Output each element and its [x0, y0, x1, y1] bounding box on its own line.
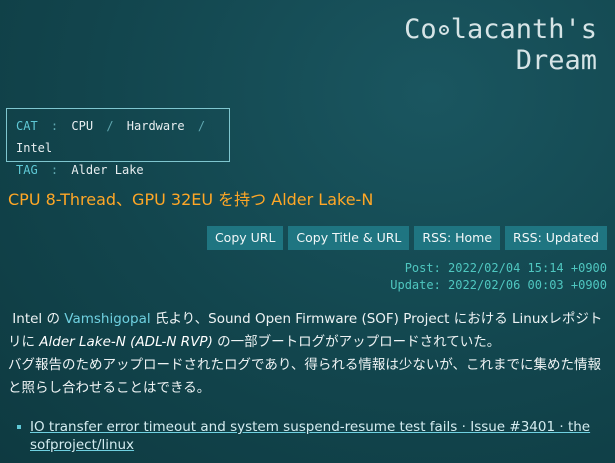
- category-link-intel[interactable]: Intel: [16, 141, 52, 155]
- rss-home-button[interactable]: RSS: Home: [414, 226, 501, 250]
- site-title-line2: Dream: [515, 45, 597, 76]
- category-link-hardware[interactable]: Hardware: [127, 119, 185, 133]
- cat-colon: :: [50, 119, 59, 133]
- tag-label: TAG: [16, 163, 38, 177]
- tag-colon: :: [50, 163, 59, 177]
- share-toolbar: Copy URL Copy Title & URL RSS: Home RSS:…: [206, 226, 607, 250]
- emphasis-text: Alder Lake-N (ADL-N RVP): [39, 334, 213, 350]
- site-title[interactable]: Co lacanth's Dream: [404, 14, 597, 76]
- cat-label: CAT: [16, 119, 38, 133]
- post-dates: Post: 2022/02/04 15:14 +0900 Update: 202…: [390, 260, 607, 294]
- post-date: Post: 2022/02/04 15:14 +0900: [404, 261, 607, 275]
- body-text: の一部ブートログがアップロードされていた。: [212, 334, 501, 350]
- post-body: Intel の Vamshigopal 氏より、Sound Open Firmw…: [8, 308, 606, 400]
- tag-link-alder-lake[interactable]: Alder Lake: [71, 163, 143, 177]
- copy-title-url-button[interactable]: Copy Title & URL: [288, 226, 410, 250]
- site-title-part2: lacanth's: [450, 14, 597, 45]
- copy-url-button[interactable]: Copy URL: [206, 226, 284, 250]
- category-separator: /: [197, 119, 206, 133]
- update-date: Update: 2022/02/06 00:03 +0900: [390, 278, 607, 292]
- category-link-cpu[interactable]: CPU: [71, 119, 93, 133]
- body-text: Intel の: [12, 311, 65, 327]
- tag-row: TAG : Alder Lake: [16, 159, 220, 181]
- author-link[interactable]: Vamshigopal: [64, 311, 150, 327]
- logo-eye-icon: [438, 24, 449, 35]
- category-row: CAT : CPU / Hardware / Intel: [16, 115, 220, 159]
- reference-link[interactable]: IO transfer error timeout and system sus…: [30, 419, 590, 453]
- category-separator: /: [106, 119, 114, 133]
- post-title[interactable]: CPU 8-Thread、GPU 32EU を持つ Alder Lake-N: [8, 186, 373, 210]
- rss-updated-button[interactable]: RSS: Updated: [505, 226, 607, 250]
- body-paragraph-2: バグ報告のためアップロードされたログであり、得られる情報は少ないが、これまでに集…: [8, 357, 602, 396]
- reference-list: IO transfer error timeout and system sus…: [14, 418, 604, 454]
- body-paragraph-1: Intel の Vamshigopal 氏より、Sound Open Firmw…: [8, 308, 606, 354]
- list-item: IO transfer error timeout and system sus…: [14, 418, 604, 454]
- post-meta-box: CAT : CPU / Hardware / Intel TAG : Alder…: [6, 108, 230, 177]
- site-title-part1: Co: [404, 14, 437, 45]
